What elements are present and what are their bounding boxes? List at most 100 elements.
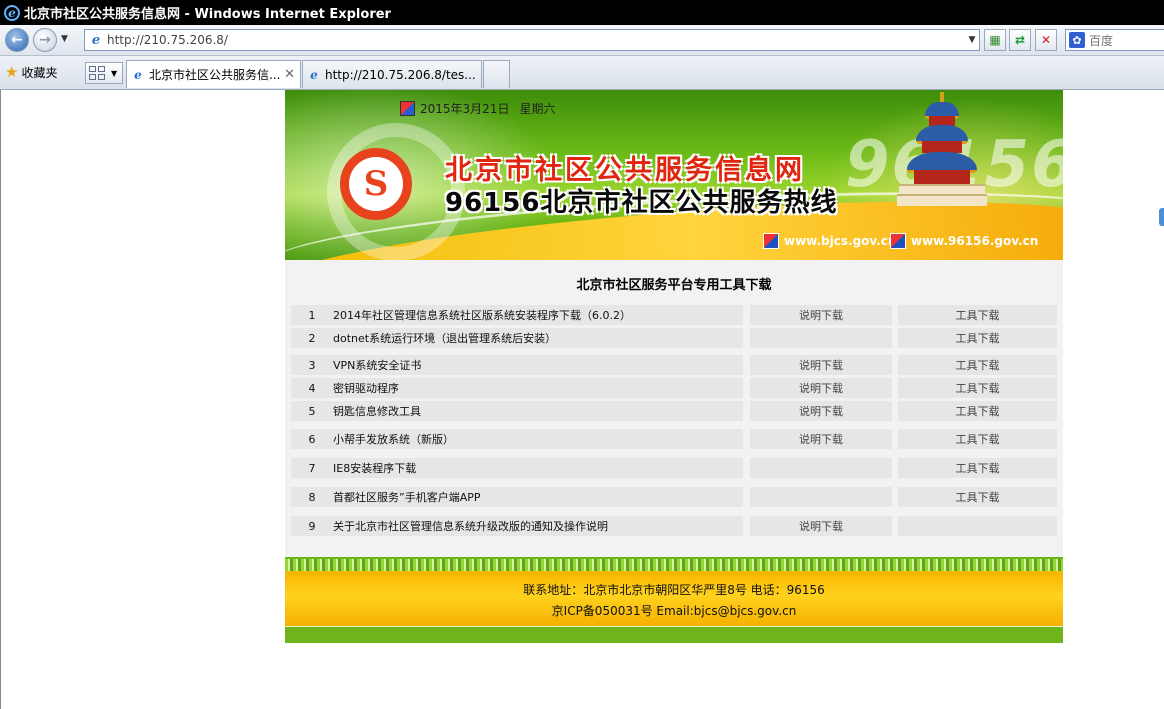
tool-name: 首都社区服务”手机客户端APP [333, 491, 481, 504]
doc-download-link[interactable]: 说明下载 [799, 518, 843, 534]
date-display: 2015年3月21日 星期六 [400, 100, 555, 117]
panel-title: 北京市社区服务平台专用工具下载 [576, 278, 772, 293]
search-placeholder[interactable]: 百度 [1089, 32, 1113, 49]
row-number: 2 [308, 331, 316, 345]
navigation-bar: ← → ▼ e http://210.75.206.8/ ▼ ▦ ⇄ ✕ ✿ 百… [0, 25, 1164, 56]
link-96156-label[interactable]: www.96156.gov.cn [911, 234, 1038, 248]
table-row: 6 小帮手发放系统（新版） 说明下载 工具下载 [291, 429, 1057, 449]
stop-button[interactable]: ✕ [1035, 29, 1057, 51]
tab-bar: ★ 收藏夹 ▼ e 北京市社区公共服务信... ✕ e http://210.7… [0, 56, 1164, 90]
tool-download-link[interactable]: 工具下载 [956, 431, 1000, 447]
address-bar[interactable]: e http://210.75.206.8/ ▼ [84, 29, 980, 51]
tool-download-link[interactable]: 工具下载 [956, 403, 1000, 419]
compat-page-icon: ▦ [989, 33, 1001, 47]
favorites-label: 收藏夹 [21, 65, 58, 80]
ie-logo-icon: e [4, 4, 20, 21]
link-bjcs[interactable]: www.bjcs.gov.cn [763, 233, 896, 249]
row-number: 1 [308, 308, 316, 322]
doc-download-link[interactable]: 说明下载 [799, 403, 843, 419]
window-titlebar: e 北京市社区公共服务信息网 - Windows Internet Explor… [0, 0, 1164, 25]
tab-test[interactable]: e http://210.75.206.8/tes... [302, 60, 482, 88]
tool-download-link[interactable]: 工具下载 [956, 330, 1000, 346]
web-page: 96156 2015年3月21日 星期六 S 北京市社区公共服务信息网 9615… [285, 90, 1063, 643]
doc-download-link[interactable]: 说明下载 [799, 431, 843, 447]
doc-download-link[interactable]: 说明下载 [799, 357, 843, 373]
doc-download-link[interactable]: 说明下载 [799, 307, 843, 323]
site-footer: 联系地址：北京市北京市朝阳区华严里8号 电话：96156 京ICP备050031… [285, 571, 1063, 626]
quick-tabs-button[interactable]: ▼ [85, 62, 123, 84]
table-row: 3 VPN系统安全证书 说明下载 工具下载 [291, 355, 1057, 375]
calendar-icon [400, 101, 415, 116]
history-dropdown-icon[interactable]: ▼ [61, 34, 68, 44]
tab-label: 北京市社区公共服务信... [149, 68, 281, 82]
row-number: 7 [308, 461, 316, 475]
refresh-button[interactable]: ⇄ [1009, 29, 1031, 51]
tool-download-link[interactable]: 工具下载 [956, 489, 1000, 505]
site-link-icon [763, 233, 779, 249]
page-ie-icon: e [91, 32, 101, 48]
row-number: 6 [308, 432, 316, 446]
star-icon: ★ [5, 63, 19, 81]
tool-name: 2014年社区管理信息系统社区版系统安装程序下载（6.0.2） [333, 309, 631, 322]
forward-button[interactable]: → [33, 28, 57, 52]
date-text: 2015年3月21日 [420, 102, 510, 116]
tab-list-dropdown-icon[interactable]: ▼ [111, 69, 117, 78]
footer-contact: 联系地址：北京市北京市朝阳区华严里8号 电话：96156 [523, 583, 825, 597]
site-banner: 96156 2015年3月21日 星期六 S 北京市社区公共服务信息网 9615… [285, 90, 1063, 260]
site-link-icon [890, 233, 906, 249]
window-title: 北京市社区公共服务信息网 - Windows Internet Explorer [24, 7, 391, 22]
table-row: 9 关于北京市社区管理信息系统升级改版的通知及操作说明 说明下载 [291, 516, 1057, 536]
tab-ie-icon: e [310, 67, 318, 82]
doc-download-link[interactable]: 说明下载 [799, 380, 843, 396]
favorites-button[interactable]: ★ 收藏夹 [5, 63, 57, 81]
footer-bottom-bar [285, 626, 1063, 643]
table-row: 5 钥匙信息修改工具 说明下载 工具下载 [291, 401, 1057, 421]
row-number: 9 [308, 519, 316, 533]
tool-name: dotnet系统运行环境（退出管理系统后安装） [333, 332, 557, 345]
table-row: 2 dotnet系统运行环境（退出管理系统后安装） 工具下载 [291, 328, 1057, 348]
link-bjcs-label[interactable]: www.bjcs.gov.cn [784, 234, 896, 248]
baidu-paw-icon: ✿ [1069, 32, 1085, 48]
refresh-icon: ⇄ [1014, 33, 1026, 47]
table-row: 8 首都社区服务”手机客户端APP 工具下载 [291, 487, 1057, 507]
close-icon: ✕ [1040, 33, 1052, 47]
arrow-right-icon: → [39, 32, 51, 48]
address-dropdown-icon[interactable]: ▼ [965, 35, 979, 45]
side-panel-handle[interactable] [1159, 208, 1164, 226]
tab-close-icon[interactable]: ✕ [284, 67, 295, 82]
compatibility-view-button[interactable]: ▦ [984, 29, 1006, 51]
tab-home[interactable]: e 北京市社区公共服务信... ✕ [126, 60, 301, 88]
link-96156[interactable]: www.96156.gov.cn [890, 233, 1038, 249]
tool-download-link[interactable]: 工具下载 [956, 380, 1000, 396]
back-button[interactable]: ← [5, 28, 29, 52]
new-tab-button[interactable] [483, 60, 510, 88]
tool-name: 钥匙信息修改工具 [333, 405, 421, 418]
tool-name: IE8安装程序下载 [333, 462, 417, 475]
footer-divider [285, 557, 1063, 571]
weekday-text: 星期六 [519, 102, 556, 116]
tool-download-link[interactable]: 工具下载 [956, 307, 1000, 323]
address-url[interactable]: http://210.75.206.8/ [107, 33, 965, 47]
table-row: 7 IE8安装程序下载 工具下载 [291, 458, 1057, 478]
tool-name: 关于北京市社区管理信息系统升级改版的通知及操作说明 [333, 520, 608, 533]
row-number: 8 [308, 490, 316, 504]
quick-tabs-grid-icon [89, 66, 105, 80]
tool-name: 密钥驱动程序 [333, 382, 399, 395]
site-logo: S [340, 148, 412, 220]
table-row: 4 密钥驱动程序 说明下载 工具下载 [291, 378, 1057, 398]
row-number: 3 [308, 358, 316, 372]
tool-download-link[interactable]: 工具下载 [956, 460, 1000, 476]
tab-ie-icon: e [134, 67, 142, 82]
footer-icp-email: 京ICP备050031号 Email:bjcs@bjcs.gov.cn [551, 604, 797, 618]
arrow-left-icon: ← [11, 32, 23, 48]
download-panel: 北京市社区服务平台专用工具下载 1 2014年社区管理信息系统社区版系统安装程序下… [285, 260, 1063, 557]
table-row: 1 2014年社区管理信息系统社区版系统安装程序下载（6.0.2） 说明下载 工具… [291, 305, 1057, 325]
site-subtitle: 96156北京市社区公共服务热线 [445, 188, 838, 218]
temple-of-heaven-image [897, 92, 987, 212]
tab-label: http://210.75.206.8/tes... [325, 67, 476, 82]
tool-download-link[interactable]: 工具下载 [956, 357, 1000, 373]
tool-name: 小帮手发放系统（新版） [333, 433, 454, 446]
row-number: 4 [308, 381, 316, 395]
search-box[interactable]: ✿ 百度 [1065, 29, 1164, 51]
tool-name: VPN系统安全证书 [333, 359, 422, 372]
